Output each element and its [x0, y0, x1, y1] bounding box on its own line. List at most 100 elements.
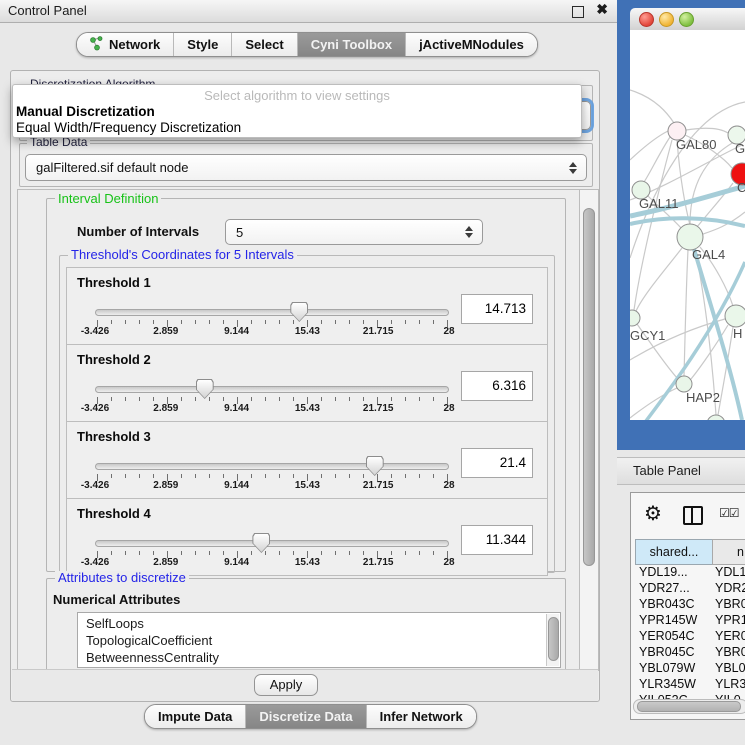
- tab-infer-network[interactable]: Infer Network: [366, 705, 476, 728]
- table-cell-name[interactable]: YLR3: [715, 676, 745, 692]
- tick-mark: [335, 474, 336, 478]
- threshold-label: Threshold 1: [77, 275, 151, 290]
- number-of-intervals-combobox[interactable]: 5: [225, 219, 483, 245]
- threshold-slider[interactable]: [95, 309, 449, 315]
- table-row[interactable]: YBR043C YBR0: [635, 596, 745, 612]
- apply-button[interactable]: Apply: [254, 674, 318, 696]
- tick-mark: [293, 397, 294, 401]
- table-cell-name[interactable]: YBR0: [715, 644, 745, 660]
- scale-label: 15.43: [295, 403, 320, 414]
- tick-mark: [153, 320, 154, 324]
- table-cell-shared-name[interactable]: YPR145W: [639, 612, 697, 628]
- numerical-attributes-list: SelfLoopsTopologicalCoefficientBetweenne…: [77, 612, 561, 668]
- table-cell-name[interactable]: YDL1: [715, 564, 745, 580]
- tick-mark: [111, 320, 112, 324]
- slider-thumb[interactable]: [196, 379, 214, 399]
- table-cell-shared-name[interactable]: YBR043C: [639, 596, 695, 612]
- attribute-list-item[interactable]: TopologicalCoefficient: [78, 632, 560, 649]
- table-cell-shared-name[interactable]: YDL19...: [639, 564, 688, 580]
- tab-network[interactable]: Network: [77, 33, 173, 56]
- network-node-gcy1[interactable]: [630, 310, 640, 326]
- tick-mark: [433, 474, 434, 478]
- table-cell-name[interactable]: YBL0: [715, 660, 745, 676]
- float-window-icon[interactable]: [572, 6, 584, 18]
- column-header-name[interactable]: n: [712, 539, 745, 565]
- attribute-list-item[interactable]: BetweennessCentrality: [78, 649, 560, 666]
- table-row[interactable]: YBR045C YBR0: [635, 644, 745, 660]
- network-edge: [630, 90, 674, 123]
- table-cell-shared-name[interactable]: YER054C: [639, 628, 695, 644]
- table-horizontal-scrollbar[interactable]: [633, 699, 745, 714]
- network-node-label: GCY1: [630, 328, 665, 343]
- column-header-shared-name[interactable]: shared...: [635, 539, 713, 565]
- zoom-traffic-light-icon[interactable]: [679, 12, 694, 27]
- scrollbar-thumb[interactable]: [548, 617, 559, 661]
- threshold-slider[interactable]: [95, 463, 449, 469]
- table-data-combobox[interactable]: galFiltered.sif default node: [25, 154, 587, 181]
- table-cell-name[interactable]: YPR1: [715, 612, 745, 628]
- attributes-list-scrollbar[interactable]: [546, 614, 559, 666]
- scale-label: -3.426: [81, 326, 109, 337]
- tick-mark: [349, 320, 350, 324]
- tick-mark: [293, 551, 294, 555]
- table-row[interactable]: YDR27... YDR2: [635, 580, 745, 596]
- combo-arrows-icon: [569, 162, 577, 174]
- threshold-value-field[interactable]: 21.4: [461, 448, 533, 478]
- tick-mark: [433, 397, 434, 401]
- checkboxes-icon[interactable]: ☑☑: [719, 506, 739, 520]
- threshold-row: Threshold 4-3.4262.8599.14415.4321.71528…: [66, 498, 548, 576]
- close-icon[interactable]: ✖: [596, 1, 608, 18]
- tab-jactivemnodules[interactable]: jActiveMNodules: [405, 33, 537, 56]
- threshold-slider[interactable]: [95, 540, 449, 546]
- threshold-value-field[interactable]: 6.316: [461, 371, 533, 401]
- tab-cyni-toolbox[interactable]: Cyni Toolbox: [297, 33, 405, 56]
- scrollbar-thumb[interactable]: [583, 208, 595, 566]
- tab-select[interactable]: Select: [231, 33, 296, 56]
- gear-icon[interactable]: ⚙: [644, 501, 662, 526]
- table-cell-shared-name[interactable]: YBR045C: [639, 644, 695, 660]
- scale-label: 28: [443, 403, 454, 414]
- tick-mark: [335, 397, 336, 401]
- table-row[interactable]: YER054C YER0: [635, 628, 745, 644]
- table-row[interactable]: YDL19... YDL1: [635, 564, 745, 580]
- tick-mark: [251, 397, 252, 401]
- table-cell-shared-name[interactable]: YBL079W: [639, 660, 695, 676]
- network-node-h[interactable]: [725, 305, 745, 327]
- network-window-frame: GAL80GACGAL11GAL4GCY1HHAP2: [617, 0, 745, 450]
- slider-thumb[interactable]: [252, 533, 270, 553]
- slider-track: [95, 463, 449, 470]
- table-cell-shared-name[interactable]: YLR345W: [639, 676, 696, 692]
- settings-scrollbar[interactable]: [579, 189, 599, 671]
- scale-label: 28: [443, 326, 454, 337]
- tick-mark: [195, 474, 196, 478]
- tab-discretize-data[interactable]: Discretize Data: [245, 705, 365, 728]
- table-row[interactable]: YBL079W YBL0: [635, 660, 745, 676]
- slider-thumb[interactable]: [290, 302, 308, 322]
- threshold-value-field[interactable]: 14.713: [461, 294, 533, 324]
- threshold-slider[interactable]: [95, 386, 449, 392]
- table-cell-name[interactable]: YER0: [715, 628, 745, 644]
- table-cell-name[interactable]: YDR2: [715, 580, 745, 596]
- table-cell-name[interactable]: YBR0: [715, 596, 745, 612]
- apply-band: Apply: [12, 669, 598, 701]
- tick-mark: [321, 551, 322, 555]
- scrollbar-thumb[interactable]: [637, 701, 741, 712]
- minimize-traffic-light-icon[interactable]: [659, 12, 674, 27]
- table-row[interactable]: YLR345W YLR3: [635, 676, 745, 692]
- network-canvas[interactable]: GAL80GACGAL11GAL4GCY1HHAP2: [630, 30, 745, 420]
- close-traffic-light-icon[interactable]: [639, 12, 654, 27]
- table-row[interactable]: YPR145W YPR1: [635, 612, 745, 628]
- split-columns-icon[interactable]: [683, 506, 703, 525]
- network-node-bot[interactable]: [707, 415, 725, 420]
- slider-thumb[interactable]: [366, 456, 384, 476]
- tick-mark: [405, 320, 406, 324]
- algorithm-option-manual[interactable]: Manual Discretization: [16, 104, 155, 119]
- scale-label: 15.43: [295, 557, 320, 568]
- threshold-value-field[interactable]: 11.344: [461, 525, 533, 555]
- algorithm-option-equal-width[interactable]: Equal Width/Frequency Discretization: [16, 120, 241, 135]
- tab-cyni-toolbox-label: Cyni Toolbox: [311, 37, 392, 52]
- tab-style[interactable]: Style: [173, 33, 231, 56]
- tab-impute-data[interactable]: Impute Data: [145, 705, 245, 728]
- table-cell-shared-name[interactable]: YDR27...: [639, 580, 690, 596]
- attribute-list-item[interactable]: SelfLoops: [78, 615, 560, 632]
